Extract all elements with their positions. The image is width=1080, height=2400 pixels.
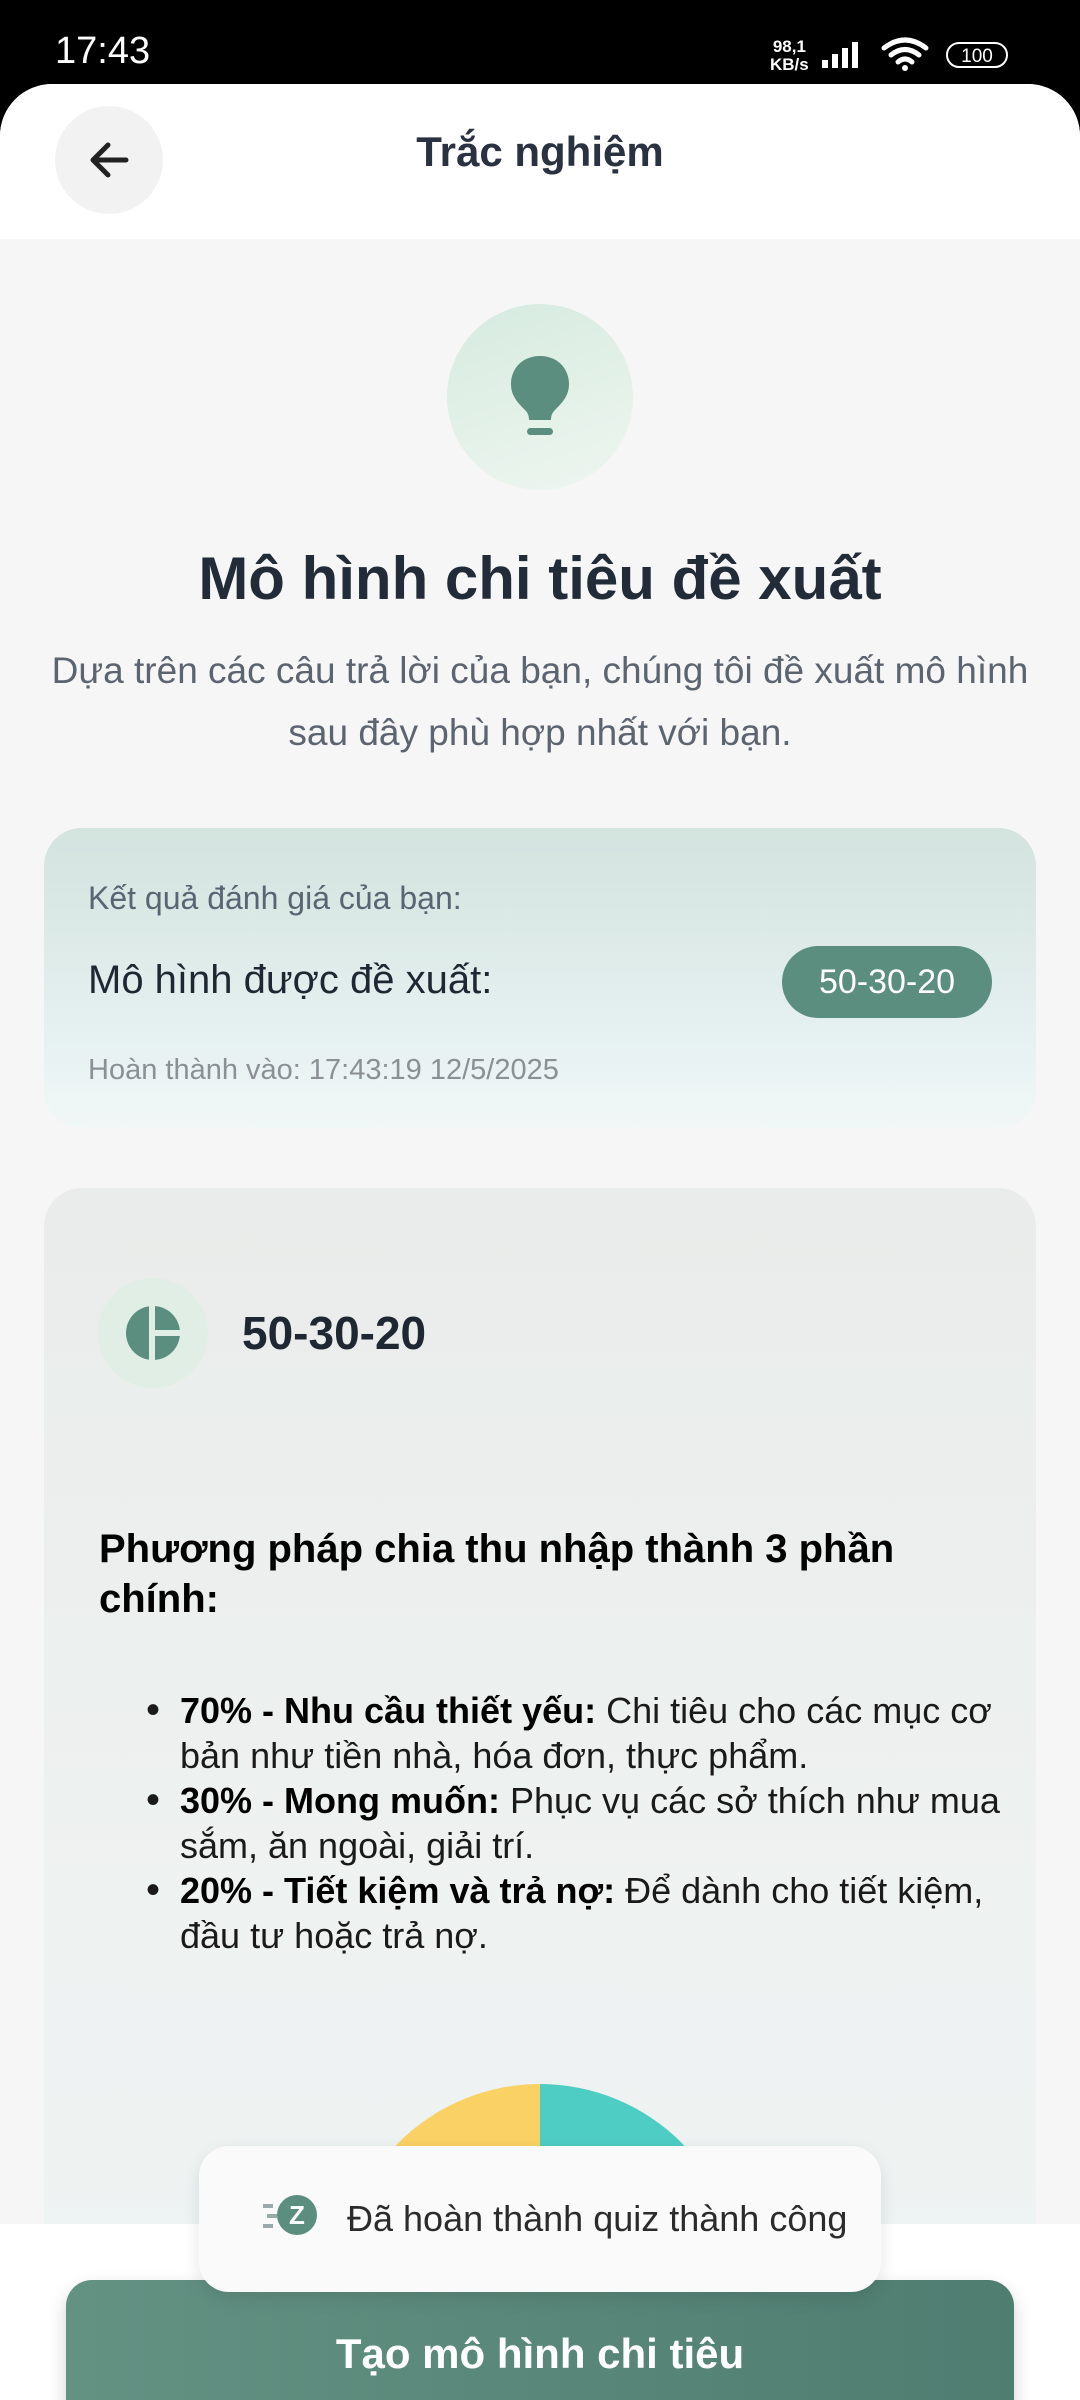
method-heading: Phương pháp chia thu nhập thành 3 phần c… <box>99 1527 895 1621</box>
item-bold: 30% - Mong muốn: <box>180 1780 500 1821</box>
result-card: Kết quả đánh giá của bạn: Mô hình được đ… <box>44 828 1036 1128</box>
net-speed-value: 98,1 <box>772 37 806 56</box>
create-spending-model-button[interactable]: Tạo mô hình chi tiêu <box>66 2280 1014 2400</box>
app-screen: Trắc nghiệm Mô hình chi tiêu đề xuất Dựa… <box>0 84 1080 2400</box>
toast-logo-icon: Z <box>263 2195 317 2235</box>
wifi-icon <box>881 37 929 71</box>
network-speed: 98,1 KB/s <box>770 38 809 74</box>
status-time: 17:43 <box>55 30 151 72</box>
hero-subtitle: Dựa trên các câu trả lời của bạn, chúng … <box>51 650 1029 753</box>
svg-text:Z: Z <box>289 2200 305 2230</box>
success-toast: Z Đã hoàn thành quiz thành công <box>199 2146 881 2292</box>
pie-icon-circle <box>98 1278 208 1388</box>
item-bold: 70% - Nhu cầu thiết yếu: <box>180 1690 597 1731</box>
toast-message: Đã hoàn thành quiz thành công <box>347 2198 848 2239</box>
recommended-model-label: Mô hình được đề xuất: <box>88 958 493 1002</box>
signal-icon <box>822 42 858 68</box>
pie-chart-icon <box>126 1303 183 1363</box>
item-bold: 20% - Tiết kiệm và trả nợ: <box>180 1870 616 1911</box>
hero-icon-circle <box>447 304 633 490</box>
lightbulb-icon <box>511 356 569 435</box>
completed-timestamp: Hoàn thành vào: 17:43:19 12/5/2025 <box>88 1054 559 1086</box>
model-badge: 50-30-20 <box>782 946 992 1018</box>
net-speed-unit: KB/s <box>770 55 809 74</box>
battery-indicator: 100 <box>946 42 1008 68</box>
list-item: 20% - Tiết kiệm và trả nợ: Để dành cho t… <box>144 1868 1004 1958</box>
result-label: Kết quả đánh giá của bạn: <box>88 880 462 916</box>
allocation-list: 70% - Nhu cầu thiết yếu: Chi tiêu cho cá… <box>144 1688 1004 1958</box>
model-title: 50-30-20 <box>242 1307 427 1359</box>
status-bar: 17:43 98,1 KB/s 100 <box>0 0 1080 84</box>
page-title: Trắc nghiệm <box>416 128 664 175</box>
list-item: 30% - Mong muốn: Phục vụ các sở thích nh… <box>144 1778 1004 1868</box>
list-item: 70% - Nhu cầu thiết yếu: Chi tiêu cho cá… <box>144 1688 1004 1778</box>
hero-title: Mô hình chi tiêu đề xuất <box>198 545 882 612</box>
header: Trắc nghiệm <box>0 84 1080 239</box>
